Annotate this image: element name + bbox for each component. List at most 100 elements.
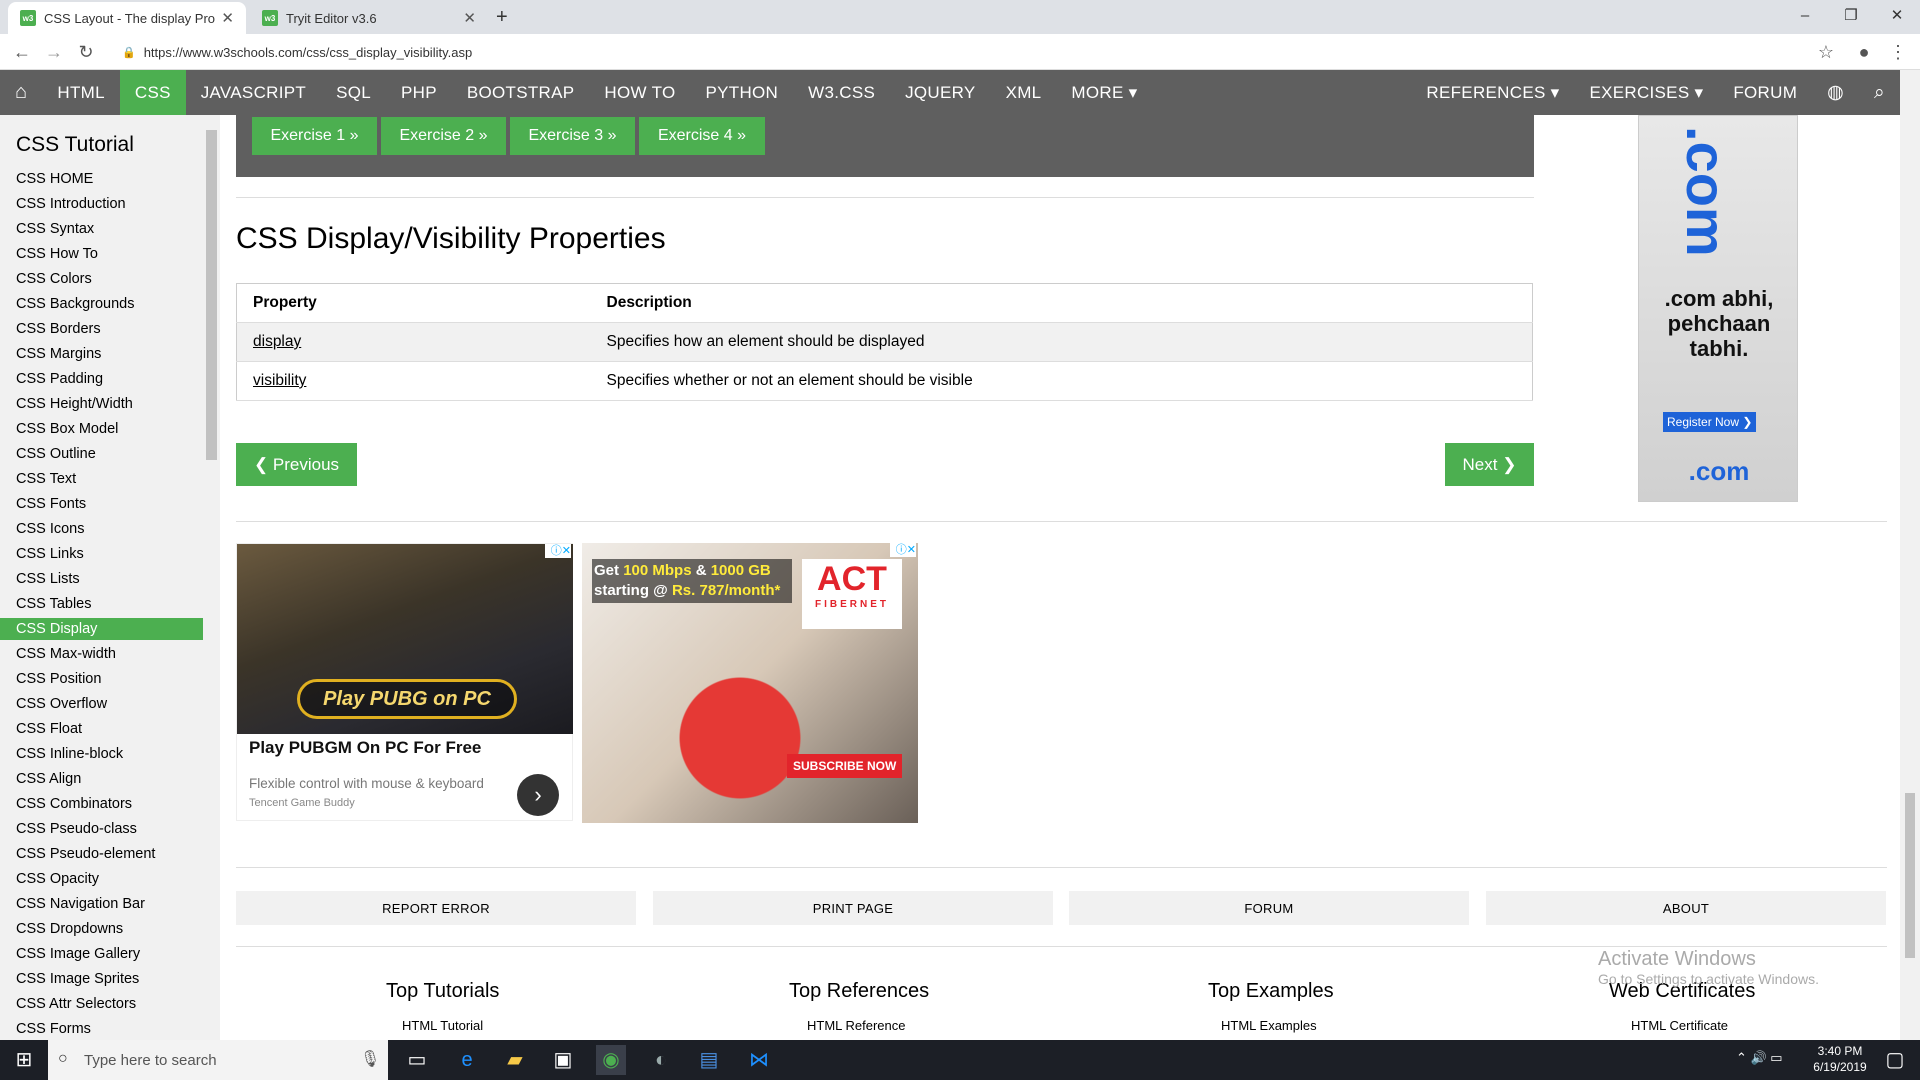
forward-icon[interactable]: → [42,40,66,64]
topnav-item-python[interactable]: PYTHON [690,70,793,115]
sidebar-item-css-pseudo-class[interactable]: CSS Pseudo-class [0,818,203,840]
topnav-item-css[interactable]: CSS [119,70,186,115]
about-button[interactable]: ABOUT [1486,891,1886,925]
url-field[interactable]: 🔒 https://www.w3schools.com/css/css_disp… [112,39,1834,65]
sidebar-item-css-how-to[interactable]: CSS How To [0,243,203,265]
notifications-icon[interactable]: ▢ [1880,1045,1910,1075]
sidebar-item-css-overflow[interactable]: CSS Overflow [0,693,203,715]
task-view-icon[interactable]: ▭ [402,1045,432,1075]
sidebar-item-css-margins[interactable]: CSS Margins [0,343,203,365]
topnav-item-javascript[interactable]: JAVASCRIPT [186,70,321,115]
forum-button[interactable]: FORUM [1069,891,1469,925]
sidebar-item-css-align[interactable]: CSS Align [0,768,203,790]
vscode-icon[interactable]: ⋈ [744,1045,774,1075]
topnav-item-jquery[interactable]: JQUERY [890,70,990,115]
sidebar-item-css-backgrounds[interactable]: CSS Backgrounds [0,293,203,315]
topnav-item-php[interactable]: PHP [386,70,452,115]
taskbar-clock[interactable]: 3:40 PM 6/19/2019 [1800,1043,1880,1075]
reload-icon[interactable]: ↻ [74,40,98,64]
exercise-1-button[interactable]: Exercise 1 » [252,117,377,155]
taskbar-search-input[interactable]: ○ Type here to search 🎙 [48,1040,388,1080]
next-button[interactable]: Next ❯ [1445,443,1534,486]
sidebar-item-css-links[interactable]: CSS Links [0,543,203,565]
topnav-references[interactable]: REFERENCES ▾ [1411,70,1574,115]
system-tray-icons[interactable]: ⌃ 🔊 ▭ [1736,1050,1783,1066]
topnav-item-w3-css[interactable]: W3.CSS [793,70,890,115]
adchoices-icon[interactable]: ⓘ✕ [545,544,571,558]
previous-button[interactable]: ❮ Previous [236,443,357,486]
subscribe-now-button[interactable]: SUBSCRIBE NOW [787,754,903,778]
sidebar-item-css-outline[interactable]: CSS Outline [0,443,203,465]
sidebar-item-css-tables[interactable]: CSS Tables [0,593,203,615]
file-explorer-icon[interactable]: ▰ [500,1045,530,1075]
exercise-2-button[interactable]: Exercise 2 » [381,117,506,155]
globe-icon[interactable]: ◍ [1812,70,1859,115]
footer-link[interactable]: HTML Tutorial [402,1018,483,1033]
sidebar-item-css-lists[interactable]: CSS Lists [0,568,203,590]
browser-tab[interactable]: w3 Tryit Editor v3.6 ✕ [250,2,488,34]
close-tab-icon[interactable]: ✕ [463,9,476,27]
sidebar-item-css-home[interactable]: CSS HOME [0,168,203,190]
act-fibernet-ad[interactable]: Get 100 Mbps & 1000 GB starting @ Rs. 787… [582,543,918,823]
topnav-forum[interactable]: FORUM [1718,70,1812,115]
topnav-exercises[interactable]: EXERCISES ▾ [1574,70,1718,115]
sidebar-item-css-forms[interactable]: CSS Forms [0,1018,203,1040]
sidebar-item-css-dropdowns[interactable]: CSS Dropdowns [0,918,203,940]
chrome-icon[interactable]: ◉ [596,1045,626,1075]
footer-link[interactable]: HTML Certificate [1631,1018,1728,1033]
topnav-item-html[interactable]: HTML [42,70,119,115]
sidebar-item-css-text[interactable]: CSS Text [0,468,203,490]
sidebar-item-css-syntax[interactable]: CSS Syntax [0,218,203,240]
document-icon[interactable]: ▤ [694,1045,724,1075]
back-icon[interactable]: ← [10,40,34,64]
close-tab-icon[interactable]: ✕ [221,9,234,27]
sidebar-item-css-attr-selectors[interactable]: CSS Attr Selectors [0,993,203,1015]
chevron-right-icon[interactable]: › [517,774,559,816]
sidebar-item-css-image-gallery[interactable]: CSS Image Gallery [0,943,203,965]
sidebar-item-css-padding[interactable]: CSS Padding [0,368,203,390]
sidebar-item-css-display[interactable]: CSS Display [0,618,203,640]
pubg-ad[interactable]: Play PUBG on PC ⓘ✕ Play PUBGM On PC For … [236,543,573,821]
register-now-button[interactable]: Register Now ❯ [1663,412,1757,432]
dotcom-ad[interactable]: .com .com abhi, pehchaan tabhi. Register… [1638,115,1798,502]
sidebar-item-css-position[interactable]: CSS Position [0,668,203,690]
topnav-item-sql[interactable]: SQL [321,70,386,115]
sidebar-item-css-box-model[interactable]: CSS Box Model [0,418,203,440]
sidebar-item-css-colors[interactable]: CSS Colors [0,268,203,290]
exercise-3-button[interactable]: Exercise 3 » [510,117,635,155]
topnav-item-xml[interactable]: XML [991,70,1057,115]
close-window-button[interactable]: ✕ [1874,4,1920,28]
page-scrollbar-thumb[interactable] [1905,793,1915,958]
sidebar-item-css-opacity[interactable]: CSS Opacity [0,868,203,890]
exercise-4-button[interactable]: Exercise 4 » [639,117,765,155]
report-error-button[interactable]: REPORT ERROR [236,891,636,925]
sidebar-item-css-borders[interactable]: CSS Borders [0,318,203,340]
sidebar-item-css-combinators[interactable]: CSS Combinators [0,793,203,815]
minimize-button[interactable]: – [1782,4,1828,28]
topnav-item-bootstrap[interactable]: BOOTSTRAP [452,70,590,115]
profile-icon[interactable]: ● [1852,40,1876,64]
home-icon[interactable]: ⌂ [0,70,42,115]
microphone-icon[interactable]: 🎙 [360,1049,380,1069]
search-icon[interactable]: ⌕ [1859,70,1900,115]
edge-icon[interactable]: e [452,1045,482,1075]
sidebar-item-css-max-width[interactable]: CSS Max-width [0,643,203,665]
sidebar-item-css-icons[interactable]: CSS Icons [0,518,203,540]
sidebar-item-css-navigation-bar[interactable]: CSS Navigation Bar [0,893,203,915]
sidebar-item-css-fonts[interactable]: CSS Fonts [0,493,203,515]
topnav-item-more[interactable]: MORE ▾ [1056,70,1152,115]
property-link[interactable]: visibility [253,372,306,389]
footer-link[interactable]: HTML Examples [1221,1018,1317,1033]
property-link[interactable]: display [253,333,301,350]
footer-link[interactable]: HTML Reference [807,1018,906,1033]
sidebar-item-css-float[interactable]: CSS Float [0,718,203,740]
sidebar-scrollbar-thumb[interactable] [206,130,217,460]
print-page-button[interactable]: PRINT PAGE [653,891,1053,925]
new-tab-button[interactable]: + [496,6,508,29]
browser-tab-active[interactable]: w3 CSS Layout - The display Propert ✕ [8,2,246,34]
sidebar-item-css-pseudo-element[interactable]: CSS Pseudo-element [0,843,203,865]
sidebar-item-css-image-sprites[interactable]: CSS Image Sprites [0,968,203,990]
store-icon[interactable]: ▣ [548,1045,578,1075]
sidebar-item-css-inline-block[interactable]: CSS Inline-block [0,743,203,765]
browser-menu-icon[interactable]: ⋮ [1886,40,1910,64]
